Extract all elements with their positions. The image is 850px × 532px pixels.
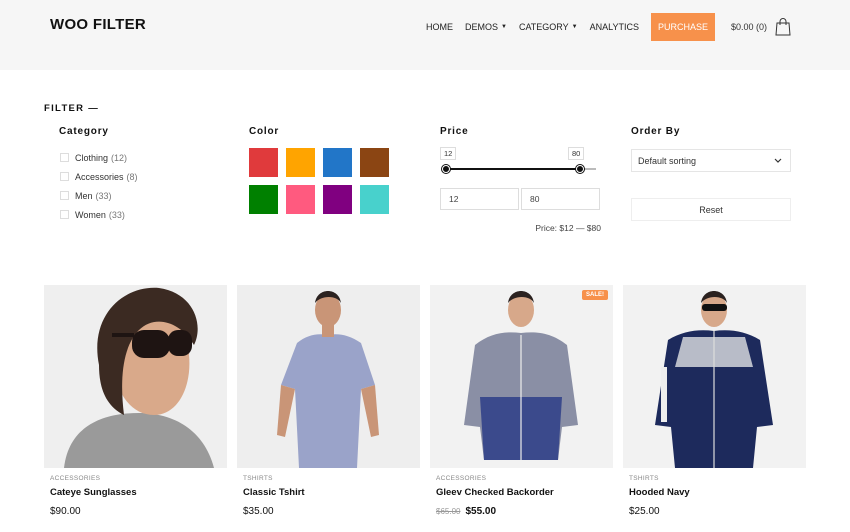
product-category[interactable]: TSHIRTS [629,475,806,482]
man-jacket-photo [464,291,578,460]
checkbox[interactable] [60,210,69,219]
purchase-button[interactable]: PURCHASE [650,13,715,41]
product-image[interactable] [623,285,806,468]
color-swatch[interactable] [286,185,315,214]
chevron-down-icon [774,158,782,163]
product-card[interactable]: TSHIRTS Hooded Navy $25.00 [623,285,806,517]
product-name[interactable]: Classic Tshirt [243,487,420,498]
max-price-input[interactable]: 80 [521,188,600,210]
color-swatch[interactable] [286,148,315,177]
checkbox[interactable] [60,172,69,181]
category-label: Clothing [75,152,109,163]
order-by-title: Order By [631,126,681,137]
product-name[interactable]: Cateye Sunglasses [50,487,227,498]
category-title: Category [59,126,109,137]
category-item-accessories[interactable]: Accessories (8) [60,167,138,186]
slider-min-handle[interactable] [442,165,450,173]
category-count: (33) [108,209,125,220]
category-count: (12) [111,152,128,163]
product-price: $35.00 [243,506,420,517]
price-title: Price [440,126,469,137]
color-swatch[interactable] [360,148,389,177]
slider-max-handle[interactable] [575,165,584,173]
category-item-clothing[interactable]: Clothing (12) [60,148,138,167]
color-swatch[interactable] [249,185,278,214]
nav-label: CATEGORY [518,22,569,32]
product-image[interactable]: SALE! [430,285,613,468]
nav-analytics[interactable]: ANALYTICS [590,22,639,32]
category-list: Clothing (12) Accessories (8) Men (33) Wome… [60,148,138,224]
category-item-men[interactable]: Men (33) [60,186,138,205]
man-hoodie-photo [655,291,773,468]
man-tshirt-photo [277,291,379,468]
price-current: $35.00 [243,506,274,517]
category-count: (8) [126,171,138,182]
category-label: Women [75,209,106,220]
product-image[interactable] [44,285,227,468]
color-title: Color [249,126,280,137]
product-price: $25.00 [629,506,806,517]
product-category[interactable]: ACCESSORIES [50,475,227,482]
shopping-bag-icon [775,18,791,36]
price-current: $90.00 [50,506,81,517]
sort-select[interactable]: Default sorting [631,149,791,172]
woman-sunglasses-photo [64,287,214,468]
caret-down-icon: ▼ [571,24,578,30]
product-card[interactable]: ACCESSORIES Cateye Sunglasses $90.00 [44,285,227,517]
reset-button[interactable]: Reset [631,198,791,221]
category-count: (33) [95,190,112,201]
category-label: Men [75,190,93,201]
color-swatch[interactable] [323,148,352,177]
nav-label: ANALYTICS [589,22,639,32]
product-grid: ACCESSORIES Cateye Sunglasses $90.00 TSH… [44,285,806,517]
price-current: $55.00 [465,506,497,517]
min-price-input[interactable]: 12 [440,188,519,210]
site-header: WOO FILTER HOME DEMOS ▼ CATEGORY ▼ ANALYTI… [0,0,850,70]
color-swatches [249,148,389,214]
product-card[interactable]: SALE! ACCESSORIES Gleev Checked Backorde… [430,285,613,517]
color-swatch[interactable] [249,148,278,177]
product-price: $65.00 $55.00 [436,506,613,517]
price-range-label: Price: $12 — $80 [535,223,601,233]
category-label: Accessories [75,171,124,182]
nav-home[interactable]: HOME [426,22,453,32]
cart-total: $0.00 (0) [730,22,768,32]
product-name[interactable]: Hooded Navy [629,487,806,498]
product-category[interactable]: ACCESSORIES [436,475,613,482]
max-price-tooltip: 80 [568,147,585,160]
nav-demos[interactable]: DEMOS ▼ [465,22,507,32]
site-logo[interactable]: WOO FILTER [50,16,146,33]
product-card[interactable]: TSHIRTS Classic Tshirt $35.00 [237,285,420,517]
checkbox[interactable] [60,153,69,162]
price-old: $65.00 [436,507,461,516]
category-item-women[interactable]: Women (33) [60,205,138,224]
caret-down-icon: ▼ [501,24,507,30]
nav-label: DEMOS [465,22,499,32]
filter-toggle[interactable]: FILTER — [44,103,99,114]
checkbox[interactable] [60,191,69,200]
sort-selected: Default sorting [638,155,697,166]
min-price-tooltip: 12 [440,147,457,160]
slider-track[interactable] [446,168,596,170]
product-name[interactable]: Gleev Checked Backorder [436,487,613,498]
nav-category[interactable]: CATEGORY ▼ [519,22,578,32]
color-swatch[interactable] [323,185,352,214]
cart-link[interactable]: $0.00 (0) [731,18,791,36]
color-swatch[interactable] [360,185,389,214]
product-price: $90.00 [50,506,227,517]
nav-label: HOME [426,22,453,32]
main-nav: HOME DEMOS ▼ CATEGORY ▼ ANALYTICS PURCHASE… [426,13,791,41]
product-category[interactable]: TSHIRTS [243,475,420,482]
price-current: $25.00 [629,506,660,517]
product-image[interactable] [237,285,420,468]
sale-badge: SALE! [582,290,608,300]
slider-range [446,168,580,170]
